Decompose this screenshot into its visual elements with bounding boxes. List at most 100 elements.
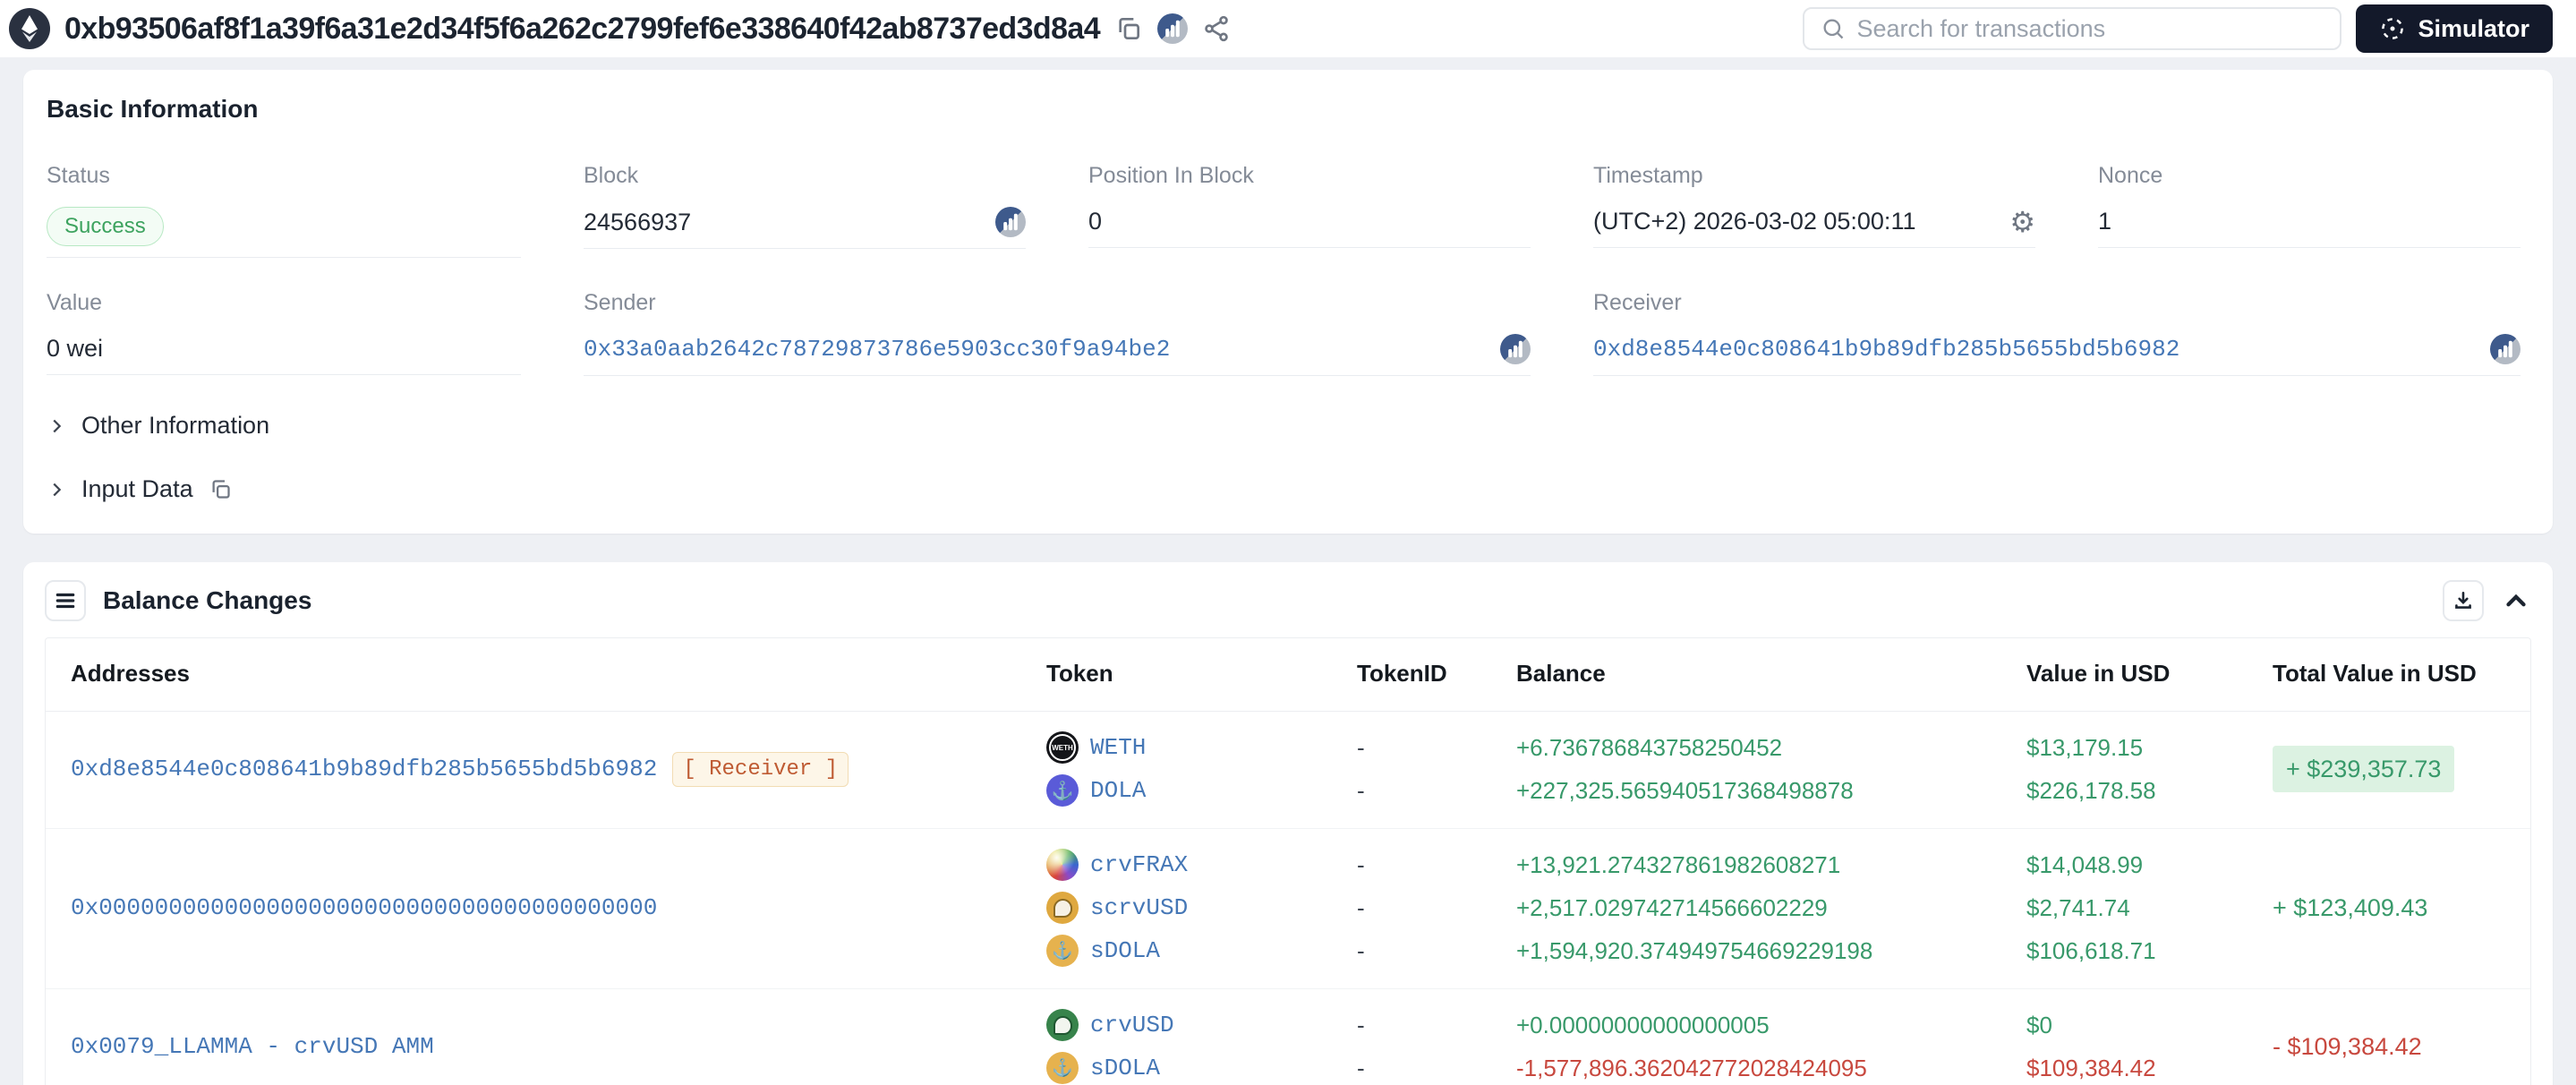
basic-information-title: Basic Information <box>47 95 259 123</box>
search-input[interactable] <box>1856 14 2324 43</box>
copy-hash-icon[interactable] <box>1114 14 1143 43</box>
token-link[interactable]: DOLA <box>1090 777 1146 804</box>
value-label: Value <box>47 290 103 315</box>
metasleuth-icon[interactable] <box>1157 13 1189 44</box>
token-id-value: - <box>1357 850 1365 878</box>
other-information-label: Other Information <box>81 412 270 439</box>
token-id-value: - <box>1357 776 1365 804</box>
field-sender: Sender 0x33a0aab2642c78729873786e5903cc3… <box>584 290 1593 376</box>
balance-change-value: +1,594,920.374949754669229198 <box>1516 936 1873 964</box>
menu-icon[interactable] <box>45 580 86 621</box>
col-value-usd: Value in USD <box>2026 660 2171 687</box>
metasleuth-receiver-icon[interactable] <box>2490 334 2521 364</box>
sdola-token-icon <box>1046 935 1079 967</box>
usd-value: $14,048.99 <box>2026 850 2144 878</box>
usd-value: $109,384.42 <box>2026 1054 2156 1081</box>
input-data-label: Input Data <box>81 475 193 502</box>
token-id-value: - <box>1357 733 1365 761</box>
search-box[interactable] <box>1803 7 2342 50</box>
value-value: 0 wei <box>47 335 104 362</box>
field-position-in-block: Position In Block 0 <box>1088 163 1593 258</box>
timestamp-value: (UTC+2) 2026-03-02 05:00:11 <box>1593 208 1916 235</box>
sdola-token-icon <box>1046 1052 1079 1084</box>
input-data-toggle[interactable]: Input Data <box>47 475 2529 503</box>
balance-change-value: +0.00000000000000005 <box>1516 1011 1770 1038</box>
metasleuth-sender-icon[interactable] <box>1500 334 1531 364</box>
simulator-icon <box>2382 18 2404 39</box>
field-status: Status Success <box>47 163 584 258</box>
token-id-value: - <box>1357 1054 1365 1081</box>
receiver-address-link[interactable]: 0xd8e8544e0c808641b9b89dfb285b5655bd5b69… <box>1593 336 2179 363</box>
field-nonce: Nonce 1 <box>2098 163 2529 258</box>
sender-address-link[interactable]: 0x33a0aab2642c78729873786e5903cc30f9a94b… <box>584 336 1170 363</box>
collapse-section-icon[interactable] <box>2501 585 2531 616</box>
weth-token-icon <box>1046 731 1079 764</box>
position-label: Position In Block <box>1088 163 1254 188</box>
sender-label: Sender <box>584 290 656 315</box>
nonce-value: 1 <box>2098 208 2112 235</box>
position-value: 0 <box>1088 208 1103 235</box>
usd-value: $106,618.71 <box>2026 936 2156 964</box>
token-id-value: - <box>1357 893 1365 921</box>
receiver-badge: [ Receiver ] <box>672 751 849 787</box>
address-link[interactable]: 0x00000000000000000000000000000000000000… <box>71 894 657 921</box>
table-header-row: Addresses Token TokenID Balance Value in… <box>46 638 2530 712</box>
usd-value: $13,179.15 <box>2026 733 2144 761</box>
top-bar: 0xb93506af8f1a39f6a31e2d34f5f6a262c2799f… <box>0 0 2576 57</box>
crvfrax-token-icon <box>1046 849 1079 881</box>
col-token-id: TokenID <box>1357 660 1447 687</box>
search-icon <box>1823 19 1844 39</box>
col-addresses: Addresses <box>71 660 190 687</box>
transaction-hash: 0xb93506af8f1a39f6a31e2d34f5f6a262c2799f… <box>64 11 1101 46</box>
timezone-settings-icon[interactable]: ⚙ <box>2009 208 2035 236</box>
token-id-value: - <box>1357 1011 1365 1038</box>
balance-changes-title: Balance Changes <box>103 586 312 614</box>
usd-value: $0 <box>2026 1011 2052 1038</box>
address-link[interactable]: 0x0079_LLAMMA - crvUSD AMM <box>71 1033 434 1060</box>
share-icon[interactable] <box>1202 14 1231 43</box>
token-link[interactable]: sDOLA <box>1090 1055 1160 1081</box>
table-row: 0xd8e8544e0c808641b9b89dfb285b5655bd5b69… <box>46 712 2530 829</box>
basic-information-card: Basic Information Status Success Block 2… <box>23 70 2553 534</box>
dola-token-icon <box>1046 774 1079 807</box>
usd-value: $226,178.58 <box>2026 776 2156 804</box>
receiver-label: Receiver <box>1593 290 1682 315</box>
nonce-label: Nonce <box>2098 163 2163 188</box>
metasleuth-block-icon[interactable] <box>995 207 1026 237</box>
col-token: Token <box>1046 660 1113 687</box>
chevron-right-icon <box>53 419 62 432</box>
balance-changes-table: Addresses Token TokenID Balance Value in… <box>45 637 2531 1085</box>
field-receiver: Receiver 0xd8e8544e0c808641b9b89dfb285b5… <box>1593 290 2529 376</box>
simulator-button[interactable]: Simulator <box>2356 4 2553 53</box>
table-row: 0x00000000000000000000000000000000000000… <box>46 829 2530 989</box>
crvusd-token-icon <box>1046 1009 1079 1041</box>
balance-change-value: +227,325.565940517368498878 <box>1516 776 1854 804</box>
block-value: 24566937 <box>584 208 692 235</box>
balance-change-value: +2,517.029742714566602229 <box>1516 893 1828 921</box>
balance-change-value: +13,921.274327861982608271 <box>1516 850 1841 878</box>
chevron-right-icon <box>53 483 62 496</box>
scrvusd-token-icon <box>1046 892 1079 924</box>
total-value-usd: + $239,357.73 <box>2273 745 2455 792</box>
total-value-usd: + $123,409.43 <box>2273 893 2428 921</box>
status-label: Status <box>47 163 110 188</box>
token-link[interactable]: crvFRAX <box>1090 851 1188 878</box>
copy-input-data-icon[interactable] <box>209 477 233 501</box>
field-block: Block 24566937 <box>584 163 1088 258</box>
other-information-toggle[interactable]: Other Information <box>47 412 2529 440</box>
token-id-value: - <box>1357 936 1365 964</box>
token-link[interactable]: crvUSD <box>1090 1012 1174 1038</box>
block-label: Block <box>584 163 639 188</box>
address-link[interactable]: 0xd8e8544e0c808641b9b89dfb285b5655bd5b69… <box>71 756 657 782</box>
col-total-value-usd: Total Value in USD <box>2273 660 2477 687</box>
token-link[interactable]: WETH <box>1090 734 1146 761</box>
total-value-usd: - $109,384.42 <box>2273 1032 2422 1060</box>
balance-changes-card: Balance Changes Addresses Token TokenID … <box>23 562 2553 1085</box>
token-link[interactable]: scrvUSD <box>1090 894 1188 921</box>
usd-value: $2,741.74 <box>2026 893 2130 921</box>
token-link[interactable]: sDOLA <box>1090 937 1160 964</box>
simulator-label: Simulator <box>2418 14 2529 42</box>
app-logo[interactable] <box>9 8 50 49</box>
download-icon[interactable] <box>2443 580 2484 621</box>
field-value: Value 0 wei <box>47 290 584 376</box>
